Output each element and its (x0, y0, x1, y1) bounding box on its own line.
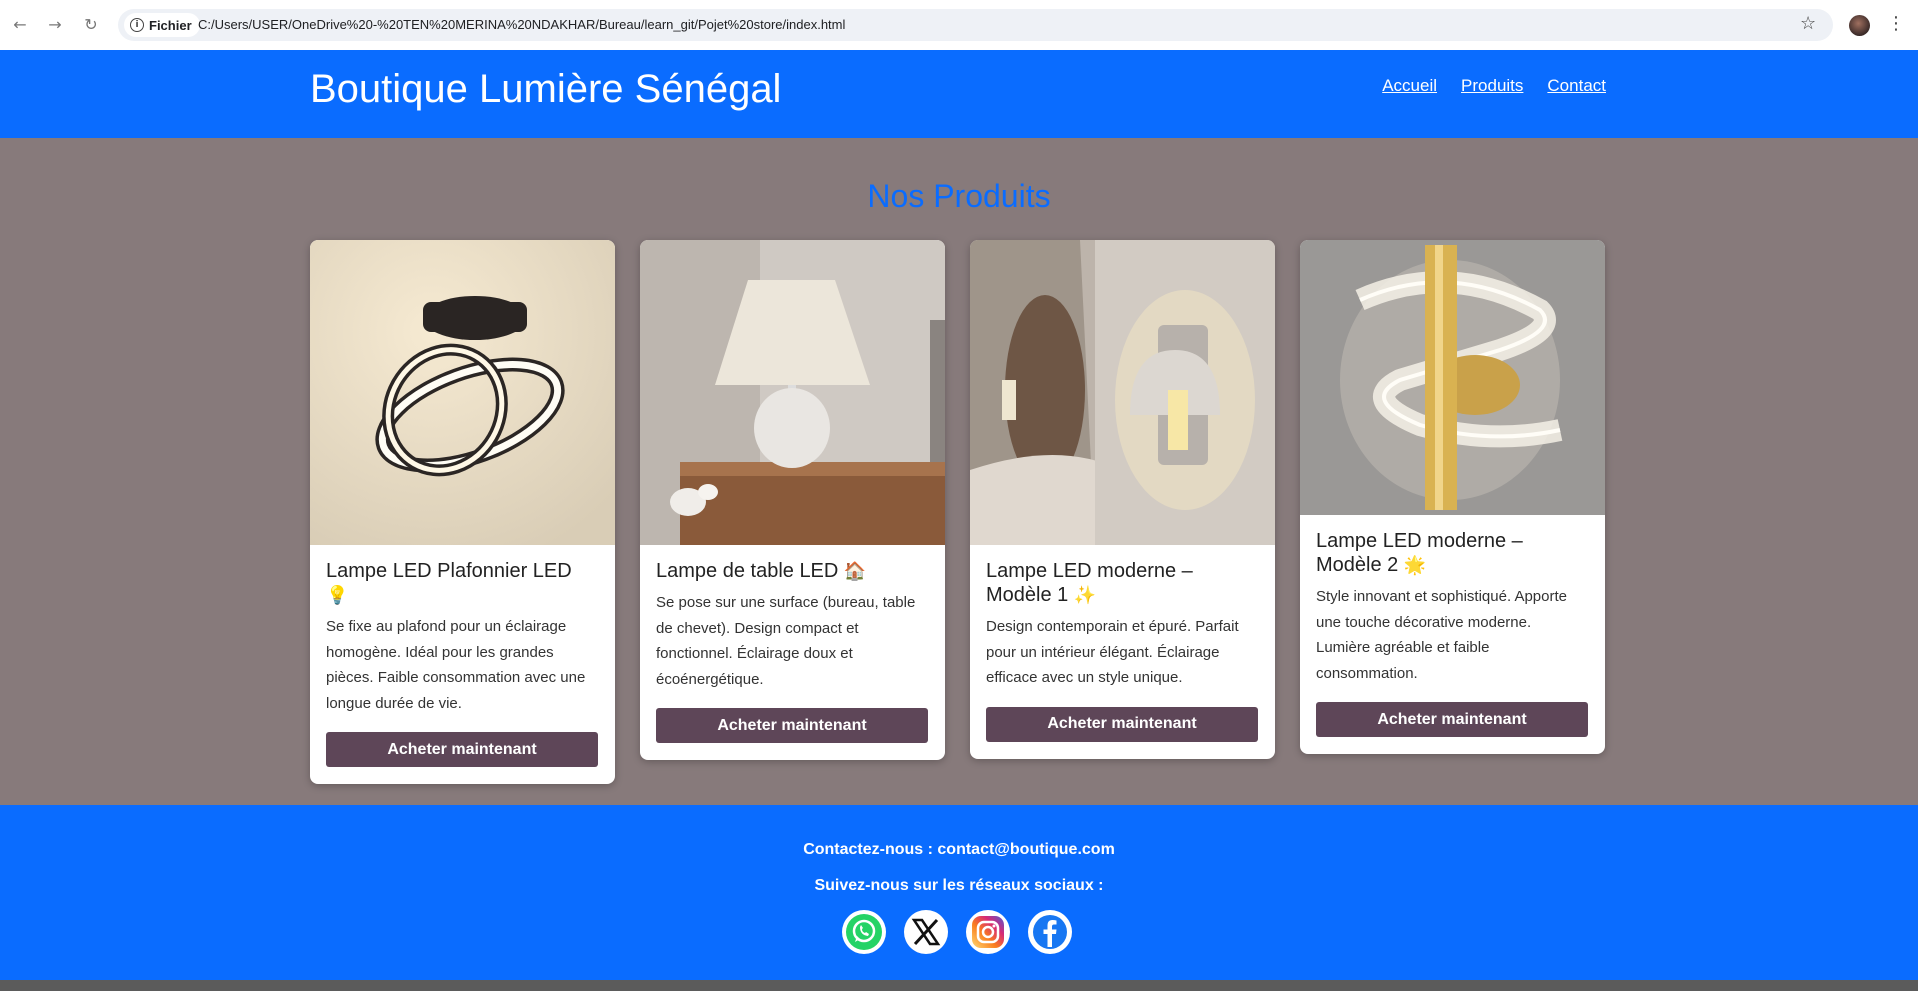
contact-text: Contactez-nous : contact@boutique.com (803, 841, 1115, 858)
social-links (842, 910, 1072, 954)
facebook-icon[interactable] (1028, 910, 1072, 954)
main-nav: Accueil Produits Contact (1382, 76, 1606, 96)
buy-now-button[interactable]: Acheter maintenant (656, 708, 928, 743)
url-text[interactable]: C:/Users/USER/OneDrive%20-%20TEN%20MERIN… (198, 17, 845, 32)
site-chip-label: Fichier (149, 17, 192, 33)
reload-icon[interactable]: ↻ (80, 14, 102, 36)
product-image-ceiling-lamp (310, 240, 615, 545)
back-arrow-icon[interactable]: ← (9, 14, 31, 36)
product-image-spiral-lamp (1300, 240, 1605, 515)
house-icon: 🏠 (843, 561, 867, 582)
nav-link-contact[interactable]: Contact (1547, 76, 1606, 96)
nav-link-accueil[interactable]: Accueil (1382, 76, 1437, 96)
product-title: Lampe LED Plafonnier LED 💡 (326, 560, 572, 606)
buy-now-button[interactable]: Acheter maintenant (1316, 702, 1588, 737)
kebab-menu-icon[interactable]: ⋮ (1887, 13, 1905, 34)
product-title: Lampe LED moderne – Modèle 1 ✨ (986, 560, 1193, 606)
buy-now-button[interactable]: Acheter maintenant (986, 706, 1258, 742)
product-card: Lampe LED moderne – Modèle 2 🌟 Style inn… (1300, 240, 1605, 754)
product-description: Design contemporain et épuré. Parfait po… (986, 618, 1239, 686)
forward-arrow-icon[interactable]: → (44, 14, 66, 36)
info-icon: i (130, 18, 144, 32)
product-card: Lampe de table LED 🏠 Se pose sur une sur… (640, 240, 945, 760)
site-footer: Contactez-nous : contact@boutique.com Su… (0, 805, 1918, 980)
product-description: Se fixe au plafond pour un éclairage hom… (326, 618, 586, 712)
buy-now-button[interactable]: Acheter maintenant (326, 732, 598, 767)
address-bar[interactable]: i Fichier C:/Users/USER/OneDrive%20-%20T… (118, 9, 1833, 41)
product-card: Lampe LED moderne – Modèle 1 ✨ Design co… (970, 240, 1275, 759)
products-section: Nos Produits Lampe LED Plafonnier LED 💡 (0, 138, 1918, 805)
site-header: Boutique Lumière Sénégal Accueil Produit… (0, 50, 1918, 138)
browser-toolbar: ← → ↻ i Fichier C:/Users/USER/OneDrive%2… (0, 0, 1918, 51)
instagram-icon[interactable] (966, 910, 1010, 954)
whatsapp-icon[interactable] (842, 910, 886, 954)
glowing-star-icon: 🌟 (1403, 555, 1427, 576)
brand-title: Boutique Lumière Sénégal (310, 67, 782, 111)
nav-link-produits[interactable]: Produits (1461, 76, 1523, 96)
product-image-table-lamp (640, 240, 945, 545)
x-icon[interactable] (904, 910, 948, 954)
page-bottom-edge (0, 980, 1918, 991)
star-icon[interactable]: ☆ (1800, 13, 1816, 34)
follow-text: Suivez-nous sur les réseaux sociaux : (814, 877, 1104, 894)
section-title: Nos Produits (867, 178, 1051, 214)
sparkles-icon: ✨ (1073, 585, 1097, 606)
product-title: Lampe LED moderne – Modèle 2 🌟 (1316, 530, 1523, 576)
site-info-chip[interactable]: i Fichier (124, 13, 200, 37)
lightbulb-icon: 💡 (326, 585, 349, 606)
product-description: Style innovant et sophistiqué. Apporte u… (1316, 588, 1568, 682)
product-title: Lampe de table LED 🏠 (656, 560, 867, 582)
product-card: Lampe LED Plafonnier LED 💡 Se fixe au pl… (310, 240, 615, 784)
product-description: Se pose sur une surface (bureau, table d… (656, 594, 916, 688)
profile-avatar[interactable] (1849, 15, 1870, 36)
product-image-wall-lamp (970, 240, 1275, 545)
